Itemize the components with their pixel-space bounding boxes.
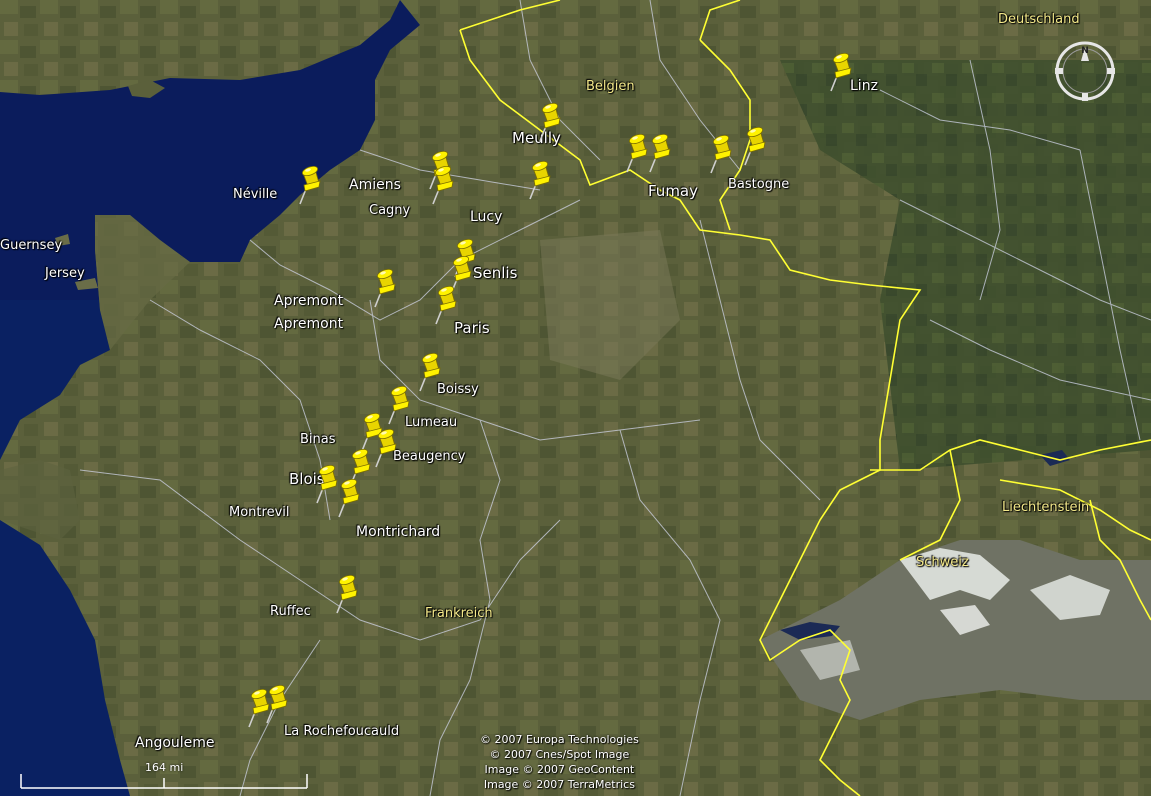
place-label-neville[interactable]: Néville bbox=[233, 187, 277, 202]
place-label-jersey[interactable]: Jersey bbox=[45, 266, 85, 281]
place-label-angouleme[interactable]: Angouleme bbox=[135, 735, 215, 751]
compass-north-label: N bbox=[1081, 46, 1089, 56]
placemark-pin-icon[interactable] bbox=[334, 478, 364, 518]
placemark-pin-icon[interactable] bbox=[535, 102, 565, 142]
place-label-apremont-2[interactable]: Apremont bbox=[274, 316, 343, 332]
place-label-binas[interactable]: Binas bbox=[300, 432, 336, 447]
placemark-pin-icon[interactable] bbox=[371, 428, 401, 468]
attribution-line: © 2007 Cnes/Spot Image bbox=[489, 748, 630, 761]
placemark-pin-icon[interactable] bbox=[645, 133, 675, 173]
place-label-ruffec[interactable]: Ruffec bbox=[270, 604, 311, 619]
placemark-pin-icon[interactable] bbox=[826, 52, 856, 92]
attribution-line: Image © 2007 GeoContent bbox=[484, 763, 635, 776]
placemark-pin-icon[interactable] bbox=[295, 165, 325, 205]
country-label-liechtenstein[interactable]: Liechtenstein bbox=[1002, 500, 1089, 515]
place-label-montrichard[interactable]: Montrichard bbox=[356, 524, 440, 540]
place-label-la-rochefoucauld[interactable]: La Rochefoucauld bbox=[284, 724, 399, 739]
place-label-montrevil[interactable]: Montrevil bbox=[229, 505, 289, 520]
placemark-pin-icon[interactable] bbox=[428, 165, 458, 205]
attribution-line: © 2007 Europa Technologies bbox=[480, 733, 639, 746]
country-label-schweiz[interactable]: Schweiz bbox=[916, 555, 969, 570]
place-label-bastogne[interactable]: Bastogne bbox=[728, 177, 789, 192]
placemark-pin-icon[interactable] bbox=[431, 285, 461, 325]
map-base bbox=[0, 0, 1151, 796]
country-label-deutschland[interactable]: Deutschland bbox=[998, 12, 1080, 27]
place-label-fumay[interactable]: Fumay bbox=[648, 182, 698, 200]
satellite-map[interactable]: Deutschland Belgien Liechtenstein Schwei… bbox=[0, 0, 1151, 796]
placemark-pin-icon[interactable] bbox=[262, 684, 292, 724]
country-label-belgien[interactable]: Belgien bbox=[586, 79, 635, 94]
country-label-frankreich[interactable]: Frankreich bbox=[425, 606, 493, 621]
place-label-apremont-1[interactable]: Apremont bbox=[274, 293, 343, 309]
place-label-lucy[interactable]: Lucy bbox=[470, 209, 502, 225]
placemark-pin-icon[interactable] bbox=[370, 268, 400, 308]
attribution-line: Image © 2007 TerraMetrics bbox=[483, 778, 635, 791]
placemark-pin-icon[interactable] bbox=[384, 385, 414, 425]
scale-bar bbox=[20, 774, 308, 789]
placemark-pin-icon[interactable] bbox=[332, 574, 362, 614]
place-label-cagny[interactable]: Cagny bbox=[369, 203, 410, 218]
place-label-beaugency[interactable]: Beaugency bbox=[393, 449, 465, 464]
attribution: © 2007 Europa Technologies © 2007 Cnes/S… bbox=[480, 732, 639, 792]
placemark-pin-icon[interactable] bbox=[706, 134, 736, 174]
placemark-pin-icon[interactable] bbox=[525, 160, 555, 200]
compass-icon[interactable]: N bbox=[1053, 39, 1117, 103]
placemark-pin-icon[interactable] bbox=[415, 352, 445, 392]
place-label-guernsey[interactable]: Guernsey bbox=[0, 238, 62, 253]
placemark-pin-icon[interactable] bbox=[740, 126, 770, 166]
place-label-amiens[interactable]: Amiens bbox=[349, 177, 401, 193]
